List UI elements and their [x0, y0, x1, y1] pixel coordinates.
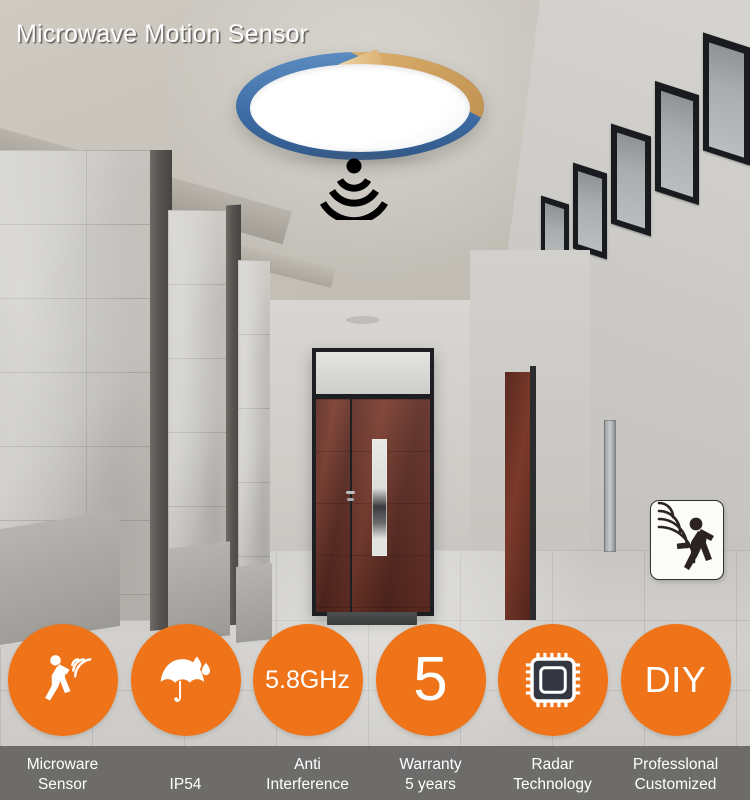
umbrella-raindrops-icon	[160, 656, 210, 702]
door-lock	[347, 498, 354, 501]
feature-circle-3-text: 5.8GHz	[265, 665, 350, 694]
door-leaf-right	[346, 399, 430, 612]
label-2-l1: IP54	[169, 776, 202, 794]
feature-circle-4-text: 5	[413, 645, 448, 714]
door-transom-glass	[316, 352, 430, 394]
feature-circle-6[interactable]: DIY	[620, 624, 731, 736]
feature-circle-1[interactable]	[7, 624, 118, 736]
side-door-panel	[505, 372, 531, 620]
label-6-l2: Customized	[634, 776, 717, 794]
label-1-l1: Microware	[26, 756, 99, 774]
feature-circle-3[interactable]: 5.8GHz	[252, 624, 363, 736]
label-6-l1: Professlonal	[632, 756, 719, 774]
concrete-block-panel-3	[238, 260, 270, 610]
entry-door	[312, 348, 434, 616]
door-vision-panel	[372, 439, 387, 556]
feature-strip: Microware Sensor IP54	[0, 624, 750, 800]
window-pane-3	[617, 132, 645, 229]
window-pane-4	[578, 171, 602, 252]
ceiling-vent	[346, 316, 380, 324]
lamp-diffuser	[250, 64, 470, 152]
page-title: Microwave Motion Sensor	[16, 20, 309, 48]
door-handle	[346, 491, 355, 494]
feature-circle-5[interactable]	[497, 624, 608, 736]
feature-circle-4[interactable]: 5	[375, 624, 486, 736]
motion-sensor-walking-person-icon	[657, 501, 714, 570]
label-1-l2: Sensor	[37, 776, 88, 794]
window-pane-2	[661, 90, 693, 198]
label-4-l2: 5 years	[405, 776, 456, 794]
microchip-icon	[525, 652, 580, 708]
door-leaves	[316, 399, 430, 612]
feature-label-5-visible: Radar Technology	[490, 755, 615, 795]
label-3-l2: Interference	[266, 776, 349, 794]
feature-label-1-visible: Microware Sensor	[0, 755, 125, 795]
feature-label-3-visible: Anti Interference	[245, 755, 370, 795]
product-poster: Microwave Motion Sensor Microware	[0, 0, 750, 800]
feature-label-2-visible: IP54	[123, 775, 248, 795]
feature-label-4-visible: Warranty 5 years	[368, 755, 493, 795]
wall-mounted-frame	[604, 420, 616, 552]
motion-sensor-badge	[650, 500, 724, 580]
label-4-l1: Warranty	[399, 756, 462, 774]
side-door-edge	[530, 366, 536, 620]
feature-circle-2[interactable]	[130, 624, 241, 736]
walking-person-radar-icon	[44, 655, 91, 701]
radar-waves-icon	[319, 158, 389, 220]
window-pane-1	[709, 42, 744, 158]
label-5-l2: Technology	[513, 776, 592, 794]
door-leaf-left	[316, 399, 350, 612]
feature-circle-6-text: DIY	[644, 659, 707, 700]
feature-label-6-visible: Professlonal Customized	[613, 755, 738, 795]
label-5-l1: Radar	[531, 756, 574, 774]
label-3-l1: Anti	[294, 756, 321, 774]
